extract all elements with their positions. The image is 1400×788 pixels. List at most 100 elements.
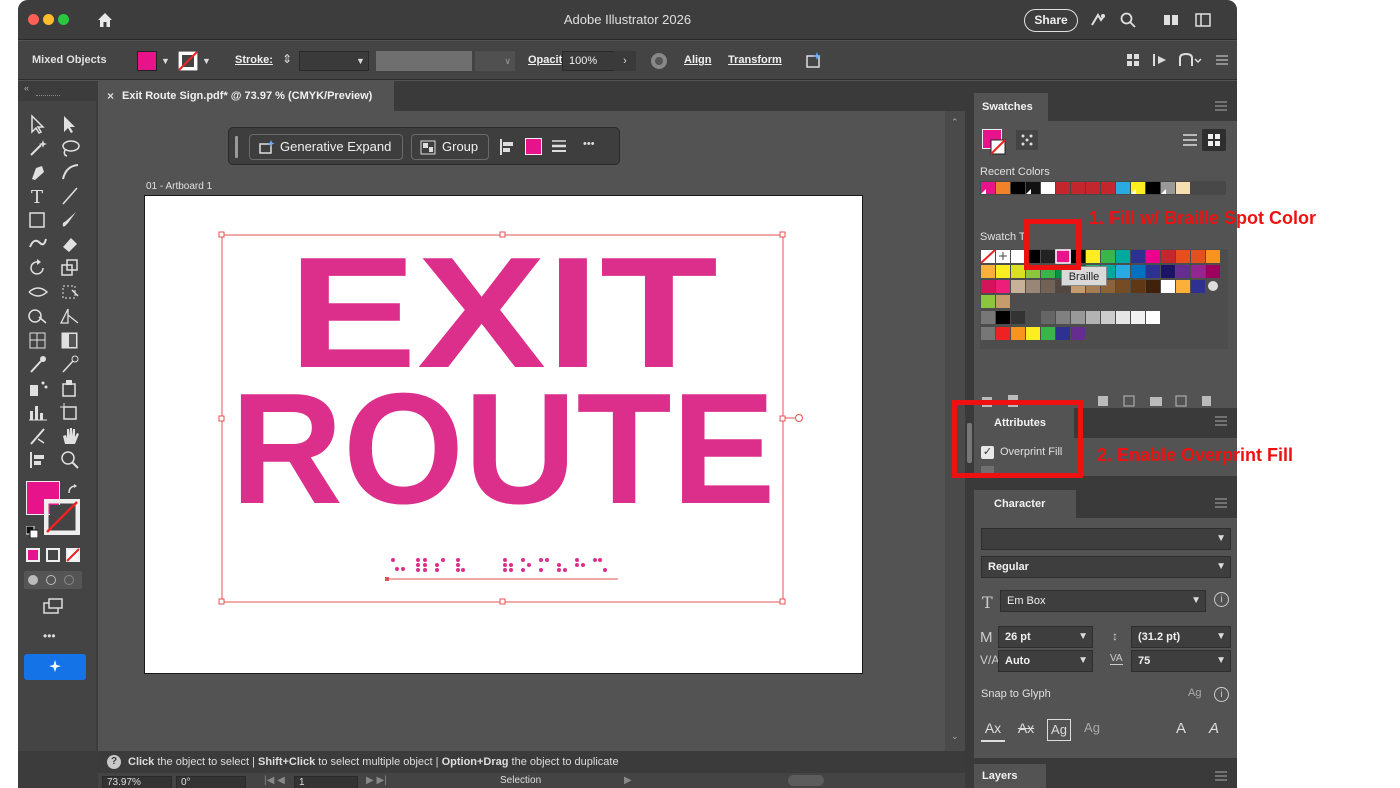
snap-baseline-icon[interactable]: Ax xyxy=(981,720,1005,742)
current-tool-name[interactable]: Selection xyxy=(500,775,541,786)
task-bar-grip[interactable] xyxy=(235,136,238,158)
show-swatch-kinds-icon[interactable] xyxy=(1016,130,1038,150)
zoom-level-input[interactable]: 73.97% xyxy=(102,776,172,788)
swatches-tab[interactable]: Swatches xyxy=(974,93,1048,121)
snap-anchor-icon[interactable]: A xyxy=(1202,720,1226,742)
leading-input[interactable]: (31.2 pt) ▼ xyxy=(1131,626,1231,648)
character-tab[interactable]: Character xyxy=(974,490,1076,518)
stroke-dropdown-chevron-icon[interactable]: ▼ xyxy=(200,52,213,70)
stroke-stepper-icon[interactable]: ⇕ xyxy=(282,52,292,66)
rectangle-tool-icon[interactable] xyxy=(26,209,50,231)
em-box-info-icon[interactable]: i xyxy=(1214,592,1229,607)
slice-tool-icon[interactable] xyxy=(26,425,50,447)
snap-glyph-bounds-icon[interactable]: Ag xyxy=(1047,719,1071,741)
search-icon[interactable] xyxy=(1119,11,1137,29)
stroke-color-indicator[interactable] xyxy=(44,499,80,535)
artboard-nav-last-icon[interactable]: ▶ ▶| xyxy=(366,775,387,786)
learn-icon[interactable] xyxy=(1089,11,1107,29)
layers-menu-icon[interactable] xyxy=(1215,771,1227,781)
list-view-icon[interactable] xyxy=(1180,131,1200,149)
color-mode-button[interactable] xyxy=(26,548,40,562)
artwork[interactable]: EXIT ROUTE xyxy=(145,196,864,675)
font-style-dropdown[interactable]: Regular ▼ xyxy=(981,556,1231,578)
workspace-switcher-icon[interactable] xyxy=(1162,11,1180,29)
gradient-tool-icon[interactable] xyxy=(58,329,82,351)
canvas-area[interactable]: Generative Expand Group ••• 01 - Artboar… xyxy=(98,111,965,751)
close-document-icon[interactable]: × xyxy=(107,81,114,111)
default-fill-stroke-icon[interactable] xyxy=(26,526,38,538)
arrange-icon[interactable] xyxy=(1126,53,1140,67)
none-mode-button[interactable] xyxy=(66,548,80,562)
scroll-down-icon[interactable]: ⌄ xyxy=(951,731,959,742)
column-graph-tool-icon[interactable] xyxy=(26,401,50,423)
snap-proximity-icon[interactable]: Ag xyxy=(1080,720,1104,742)
document-tab[interactable]: × Exit Route Sign.pdf* @ 73.97 % (CMYK/P… xyxy=(98,81,394,111)
pathfinder-icon[interactable] xyxy=(1178,52,1202,68)
draw-inside-icon[interactable] xyxy=(64,575,74,585)
panel-toggle-icon[interactable] xyxy=(1194,11,1212,29)
eyedropper-tool-icon[interactable] xyxy=(26,353,50,375)
status-menu-icon[interactable]: ▶ xyxy=(624,775,632,786)
context-fill-swatch[interactable] xyxy=(525,138,542,155)
distribute-icon[interactable] xyxy=(1152,53,1170,67)
opacity-input[interactable]: 100% xyxy=(562,51,622,71)
layers-tab[interactable]: Layers xyxy=(974,764,1046,788)
character-menu-icon[interactable] xyxy=(1215,498,1227,508)
eraser-tool-icon[interactable] xyxy=(58,233,82,255)
magic-wand-tool-icon[interactable] xyxy=(26,137,50,159)
artboard-tool-icon[interactable] xyxy=(58,401,82,423)
snap-angular-icon[interactable]: A xyxy=(1169,720,1193,742)
generative-icon[interactable] xyxy=(805,51,823,69)
thumbnail-view-icon[interactable] xyxy=(1202,129,1226,151)
screen-mode-icon[interactable] xyxy=(42,597,64,615)
brush-definition-dropdown[interactable]: ∨ xyxy=(475,51,515,71)
line-segment-tool-icon[interactable] xyxy=(58,185,82,207)
shaper-tool-icon[interactable] xyxy=(26,233,50,255)
edit-toolbar-more-icon[interactable]: ••• xyxy=(43,629,56,643)
perspective-grid-tool-icon[interactable] xyxy=(58,305,82,327)
recolor-artwork-icon[interactable] xyxy=(649,51,669,71)
draw-normal-icon[interactable] xyxy=(28,575,38,585)
draw-behind-icon[interactable] xyxy=(46,575,56,585)
curvature-tool-icon[interactable] xyxy=(58,161,82,183)
collapse-toolbar-icon[interactable]: « xyxy=(24,83,29,93)
snap-glyph-settings-icon[interactable]: Ag xyxy=(1188,687,1201,699)
blend-tool-icon[interactable] xyxy=(58,353,82,375)
snap-x-height-icon[interactable]: Ax xyxy=(1014,720,1038,742)
share-button[interactable]: Share xyxy=(1024,9,1078,32)
more-options-button[interactable]: ••• xyxy=(583,138,595,150)
recent-colors-grid[interactable] xyxy=(980,181,1228,211)
stroke-weight-dropdown[interactable]: ▼ xyxy=(352,51,369,71)
generative-tools-button[interactable] xyxy=(24,654,86,680)
help-icon[interactable]: ? xyxy=(107,755,121,769)
fill-dropdown-chevron-icon[interactable]: ▼ xyxy=(159,52,172,70)
group-button[interactable]: Group xyxy=(411,134,489,160)
mesh-tool-icon[interactable] xyxy=(26,329,50,351)
hand-tool-icon[interactable] xyxy=(58,425,82,447)
control-bar-menu-icon[interactable] xyxy=(1215,53,1229,67)
font-family-dropdown[interactable]: ▼ xyxy=(981,528,1231,550)
align-tool-icon[interactable] xyxy=(26,449,50,471)
attributes-menu-icon[interactable] xyxy=(1215,416,1227,426)
stroke-color-swatch[interactable] xyxy=(178,51,198,71)
swatches-menu-icon[interactable] xyxy=(1215,101,1227,111)
toolbar-grip[interactable] xyxy=(36,95,60,98)
zoom-tool-icon[interactable] xyxy=(58,449,82,471)
transform-panel-link[interactable]: Transform xyxy=(728,54,782,66)
paintbrush-tool-icon[interactable] xyxy=(58,209,82,231)
symbol-sprayer-tool-icon[interactable] xyxy=(26,377,50,399)
selection-tool-icon[interactable] xyxy=(26,113,50,135)
swap-fill-stroke-icon[interactable] xyxy=(66,483,80,497)
live-paint-tool-icon[interactable] xyxy=(58,377,82,399)
fill-color-swatch[interactable] xyxy=(137,51,157,71)
artboard-number-input[interactable]: 1 xyxy=(294,776,358,788)
font-size-input[interactable]: 26 pt ▼ xyxy=(998,626,1093,648)
kerning-input[interactable]: Auto ▼ xyxy=(998,650,1093,672)
snap-glyph-info-icon[interactable]: i xyxy=(1214,687,1229,702)
scroll-up-icon[interactable]: ⌃ xyxy=(951,117,959,128)
scale-tool-icon[interactable] xyxy=(58,257,82,279)
braille-text[interactable] xyxy=(391,558,607,572)
stroke-panel-link[interactable]: Stroke: xyxy=(235,54,273,66)
swatch-stroke-indicator[interactable] xyxy=(990,139,1006,155)
stroke-weight-icon[interactable] xyxy=(551,139,567,153)
